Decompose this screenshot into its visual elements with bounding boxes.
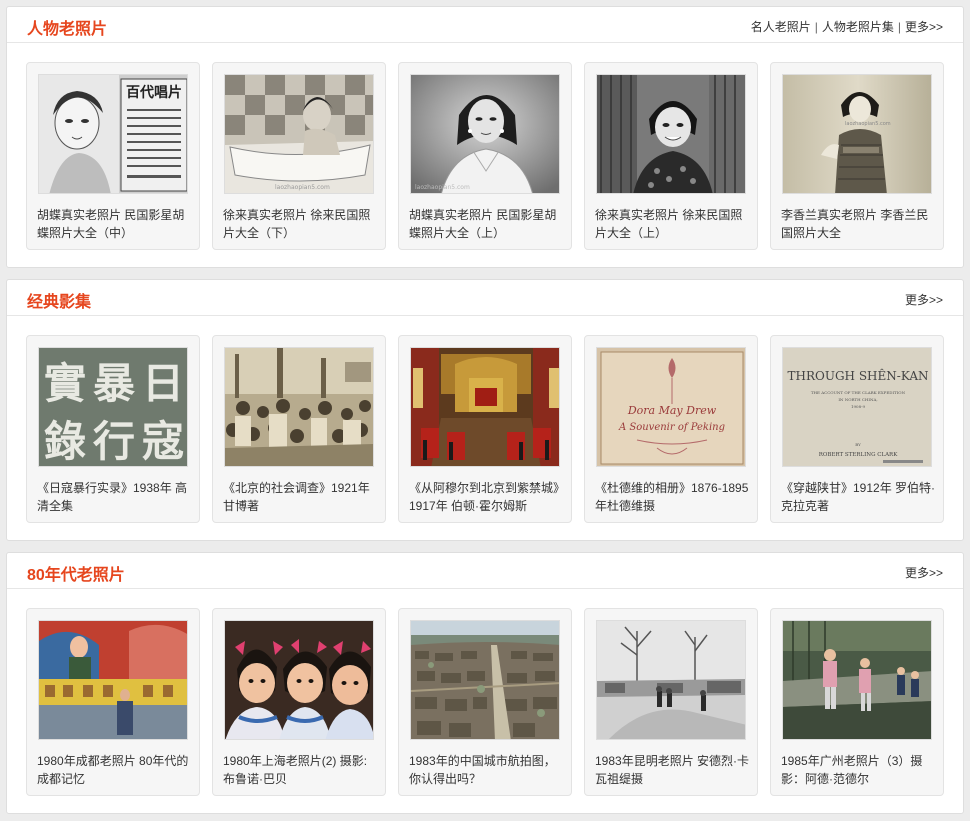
photo-card[interactable]: 1983年昆明老照片 安德烈·卡瓦祖缇摄 bbox=[584, 608, 758, 796]
album-card[interactable]: Dora May Drew A Souvenir of Peking 《杜德维的… bbox=[584, 335, 758, 523]
section-people-photos: 人物老照片 名人老照片 | 人物老照片集 | 更多>> 百代唱片 胡蝶真实老照片… bbox=[6, 6, 964, 268]
cover-char: 日 bbox=[142, 359, 184, 408]
photo-card[interactable]: 1980年上海老照片(2) 摄影:布鲁诺·巴贝 bbox=[212, 608, 386, 796]
photo-thumbnail[interactable] bbox=[596, 74, 746, 194]
album-thumbnail[interactable]: Dora May Drew A Souvenir of Peking bbox=[596, 347, 746, 467]
album-caption[interactable]: 《杜德维的相册》1876-1895年杜德维摄 bbox=[595, 479, 751, 515]
section-header: 80年代老照片 更多>> bbox=[7, 553, 963, 589]
photo-caption[interactable]: 1985年广州老照片（3）摄影：阿德·范德尔 bbox=[781, 752, 937, 788]
link-people-photo-collection[interactable]: 人物老照片集 bbox=[822, 20, 894, 34]
album-thumbnail[interactable]: 實 暴 日 錄 行 寇 bbox=[38, 347, 188, 467]
more-link[interactable]: 更多>> bbox=[905, 566, 943, 580]
section-links: 更多>> bbox=[905, 564, 943, 581]
photo-card[interactable]: laozhaopian5.com 胡蝶真实老照片 民国影星胡蝶照片大全（上） bbox=[398, 62, 572, 250]
cover-text: A Souvenir of Peking bbox=[618, 422, 725, 433]
album-thumbnail[interactable] bbox=[224, 347, 374, 467]
photo-card[interactable]: 1980年成都老照片 80年代的成都记忆 bbox=[26, 608, 200, 796]
cover-char: 實 bbox=[44, 359, 86, 408]
photo-caption[interactable]: 徐来真实老照片 徐来民国照片大全（下） bbox=[223, 206, 379, 242]
photo-thumbnail[interactable] bbox=[224, 620, 374, 740]
cover-text: ROBERT STERLING CLARK bbox=[819, 452, 899, 458]
cover-char: 行 bbox=[93, 417, 135, 466]
cover-title: THROUGH SHÊN-KAN bbox=[788, 368, 929, 383]
cover-text: 1908-9 bbox=[851, 404, 866, 409]
section-links: 名人老照片 | 人物老照片集 | 更多>> bbox=[750, 20, 943, 34]
album-caption[interactable]: 《日寇暴行实录》1938年 高清全集 bbox=[37, 479, 193, 515]
photo-thumbnail[interactable]: laozhaopian5.com bbox=[224, 74, 374, 194]
photo-thumbnail[interactable] bbox=[38, 620, 188, 740]
photo-watermark: laozhaopian5.com bbox=[415, 184, 470, 191]
cover-char: 寇 bbox=[142, 417, 184, 466]
link-celebrity-photos[interactable]: 名人老照片 bbox=[751, 20, 811, 34]
album-caption[interactable]: 《从阿穆尔到北京到紫禁城》1917年 伯顿·霍尔姆斯 bbox=[409, 479, 565, 515]
section-links: 更多>> bbox=[905, 291, 943, 308]
cover-text: THE ACCOUNT OF THE CLARK EXPEDITION bbox=[811, 390, 906, 395]
photo-caption[interactable]: 李香兰真实老照片 李香兰民国照片大全 bbox=[781, 206, 937, 242]
cover-text: BY bbox=[855, 442, 861, 447]
photo-caption[interactable]: 胡蝶真实老照片 民国影星胡蝶照片大全（上） bbox=[409, 206, 565, 242]
album-card[interactable]: THROUGH SHÊN-KAN THE ACCOUNT OF THE CLAR… bbox=[770, 335, 944, 523]
section-80s-photos: 80年代老照片 更多>> 1980年成都老照片 80年代的成都记忆 1980年上… bbox=[6, 552, 964, 814]
photo-card[interactable]: 百代唱片 胡蝶真实老照片 民国影星胡蝶照片大全（中） bbox=[26, 62, 200, 250]
album-card[interactable]: 《从阿穆尔到北京到紫禁城》1917年 伯顿·霍尔姆斯 bbox=[398, 335, 572, 523]
more-link[interactable]: 更多>> bbox=[905, 293, 943, 307]
photo-caption[interactable]: 1980年上海老照片(2) 摄影:布鲁诺·巴贝 bbox=[223, 752, 379, 788]
photo-card[interactable]: laozhaopian5.com 徐来真实老照片 徐来民国照片大全（下） bbox=[212, 62, 386, 250]
album-caption[interactable]: 《北京的社会调查》1921年 甘博著 bbox=[223, 479, 379, 515]
section-header: 经典影集 更多>> bbox=[7, 280, 963, 316]
photo-thumbnail[interactable] bbox=[410, 620, 560, 740]
section-title: 80年代老照片 bbox=[27, 567, 125, 584]
photo-thumbnail[interactable]: 百代唱片 bbox=[38, 74, 188, 194]
section-title: 人物老照片 bbox=[27, 21, 108, 38]
cover-text: Dora May Drew bbox=[627, 404, 717, 417]
album-card[interactable]: 《北京的社会调查》1921年 甘博著 bbox=[212, 335, 386, 523]
photo-caption[interactable]: 胡蝶真实老照片 民国影星胡蝶照片大全（中） bbox=[37, 206, 193, 242]
photo-caption[interactable]: 1983年的中国城市航拍图，你认得出吗？ bbox=[409, 752, 565, 788]
photo-thumbnail[interactable]: laozhaopian5.com bbox=[410, 74, 560, 194]
album-thumbnail[interactable] bbox=[410, 347, 560, 467]
cover-char: 暴 bbox=[93, 359, 135, 408]
photo-thumbnail[interactable] bbox=[782, 620, 932, 740]
cover-char: 錄 bbox=[44, 417, 86, 466]
more-link[interactable]: 更多>> bbox=[905, 20, 943, 34]
album-thumbnail[interactable]: THROUGH SHÊN-KAN THE ACCOUNT OF THE CLAR… bbox=[782, 347, 932, 467]
album-card[interactable]: 實 暴 日 錄 行 寇 《日寇暴行实录》1938年 高清全集 bbox=[26, 335, 200, 523]
photo-thumbnail[interactable] bbox=[596, 620, 746, 740]
photo-card[interactable]: 徐来真实老照片 徐来民国照片大全（上） bbox=[584, 62, 758, 250]
photo-watermark: laozhaopian5.com bbox=[275, 184, 330, 191]
photo-caption[interactable]: 1983年昆明老照片 安德烈·卡瓦祖缇摄 bbox=[595, 752, 751, 788]
album-caption[interactable]: 《穿越陕甘》1912年 罗伯特·克拉克著 bbox=[781, 479, 937, 515]
photo-card[interactable]: laozhaopian5.com 李香兰真实老照片 李香兰民国照片大全 bbox=[770, 62, 944, 250]
photo-caption[interactable]: 徐来真实老照片 徐来民国照片大全（上） bbox=[595, 206, 751, 242]
section-title: 经典影集 bbox=[27, 294, 92, 311]
poster-title: 百代唱片 bbox=[126, 84, 182, 101]
cover-text: IN NORTH CHINA, bbox=[838, 397, 877, 402]
photo-card[interactable]: 1985年广州老照片（3）摄影：阿德·范德尔 bbox=[770, 608, 944, 796]
photo-card[interactable]: 1983年的中国城市航拍图，你认得出吗？ bbox=[398, 608, 572, 796]
section-header: 人物老照片 名人老照片 | 人物老照片集 | 更多>> bbox=[7, 7, 963, 43]
photo-thumbnail[interactable]: laozhaopian5.com bbox=[782, 74, 932, 194]
photo-watermark: laozhaopian5.com bbox=[845, 121, 891, 127]
photo-caption[interactable]: 1980年成都老照片 80年代的成都记忆 bbox=[37, 752, 193, 788]
section-classic-albums: 经典影集 更多>> 實 暴 日 錄 行 寇 《日寇暴行实录》1938年 高清全集… bbox=[6, 279, 964, 541]
